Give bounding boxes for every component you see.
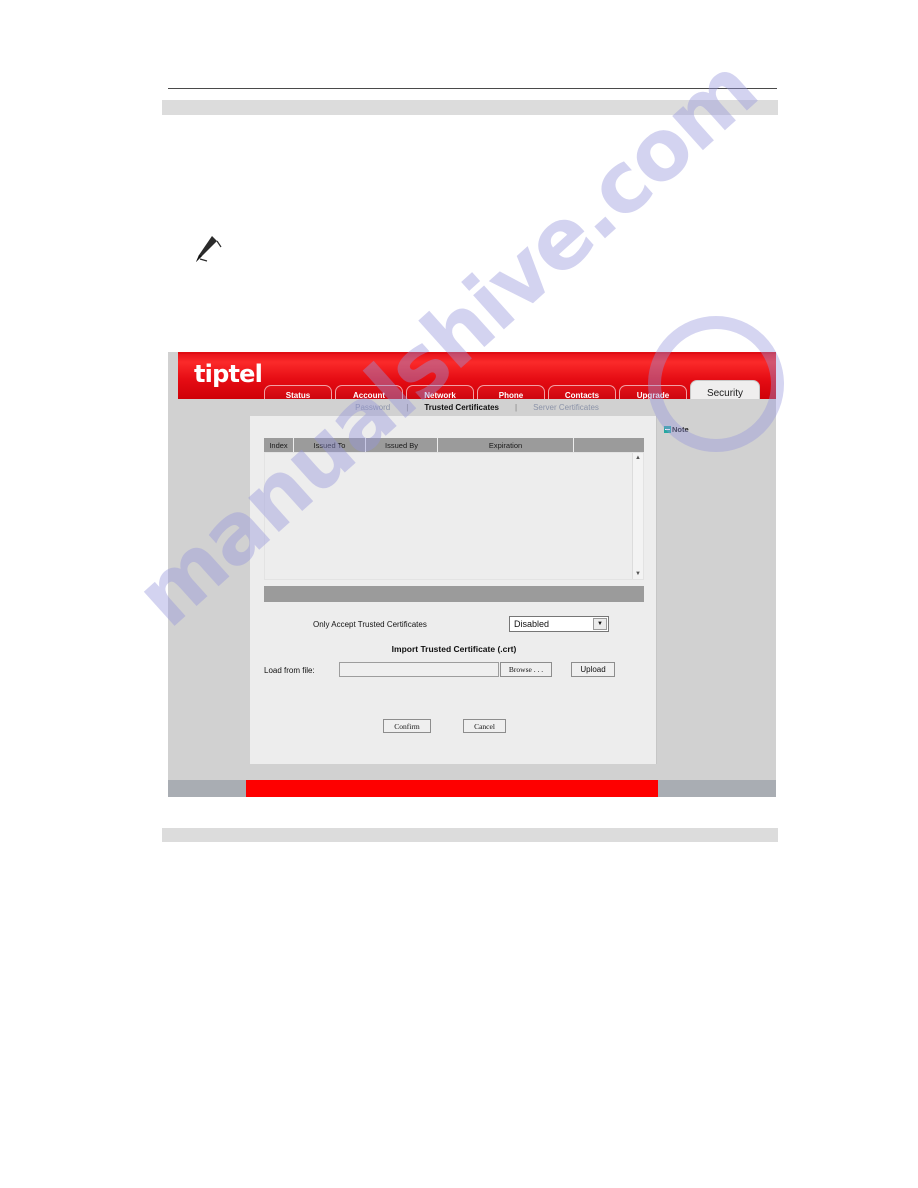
column-header-spacer bbox=[574, 438, 644, 452]
chevron-down-icon[interactable]: ▼ bbox=[593, 618, 607, 630]
manual-page: tiptel Status Account Network Phone Cont… bbox=[0, 0, 918, 1188]
scroll-down-arrow-icon[interactable]: ▼ bbox=[633, 569, 643, 579]
header-band bbox=[162, 100, 778, 115]
sub-navigation: Password | Trusted Certificates | Server… bbox=[178, 399, 776, 416]
header-rule bbox=[168, 88, 777, 89]
column-header-issued-to: Issued To bbox=[294, 438, 366, 452]
cancel-button[interactable]: Cancel bbox=[463, 719, 506, 733]
subnav-item-server-certificates[interactable]: Server Certificates bbox=[533, 403, 599, 412]
pen-note-icon bbox=[196, 236, 222, 262]
load-from-file-input[interactable] bbox=[339, 662, 499, 677]
only-accept-select[interactable]: Disabled ▼ bbox=[509, 616, 609, 632]
load-from-file-row: Load from file: Browse . . . Upload bbox=[264, 662, 644, 680]
only-accept-label: Only Accept Trusted Certificates bbox=[313, 620, 427, 629]
subnav-item-password[interactable]: Password bbox=[355, 403, 390, 412]
column-header-issued-by: Issued By bbox=[366, 438, 438, 452]
footer-band bbox=[162, 828, 778, 842]
column-header-index: Index bbox=[264, 438, 294, 452]
only-accept-row: Only Accept Trusted Certificates Disable… bbox=[264, 616, 644, 634]
load-from-file-label: Load from file: bbox=[264, 666, 315, 675]
subnav-item-trusted-certificates[interactable]: Trusted Certificates bbox=[424, 403, 499, 412]
subnav-separator-1: | bbox=[406, 403, 409, 412]
table-footer-band bbox=[264, 586, 644, 602]
brand-banner: tiptel Status Account Network Phone Cont… bbox=[178, 354, 776, 405]
tiptel-logo: tiptel bbox=[194, 360, 263, 388]
only-accept-value: Disabled bbox=[514, 619, 550, 629]
upload-button[interactable]: Upload bbox=[571, 662, 615, 677]
subnav-separator-2: | bbox=[515, 403, 518, 412]
certificates-table-header: Index Issued To Issued By Expiration bbox=[264, 438, 644, 452]
screenshot-bottom-red-bar bbox=[246, 780, 658, 797]
expand-icon[interactable] bbox=[664, 426, 671, 433]
table-vertical-scrollbar[interactable]: ▲ ▼ bbox=[632, 453, 643, 579]
browse-button[interactable]: Browse . . . bbox=[500, 662, 552, 677]
note-toggle[interactable]: Note bbox=[664, 425, 689, 434]
webui-screenshot: tiptel Status Account Network Phone Cont… bbox=[168, 352, 776, 797]
note-label: Note bbox=[672, 425, 689, 434]
confirm-button[interactable]: Confirm bbox=[383, 719, 431, 733]
scroll-up-arrow-icon[interactable]: ▲ bbox=[633, 453, 643, 463]
import-section-title: Import Trusted Certificate (.crt) bbox=[391, 644, 517, 654]
settings-panel: Index Issued To Issued By Expiration ▲ ▼… bbox=[250, 416, 657, 764]
column-header-expiration: Expiration bbox=[438, 438, 574, 452]
certificates-table-body: ▲ ▼ bbox=[264, 452, 644, 580]
